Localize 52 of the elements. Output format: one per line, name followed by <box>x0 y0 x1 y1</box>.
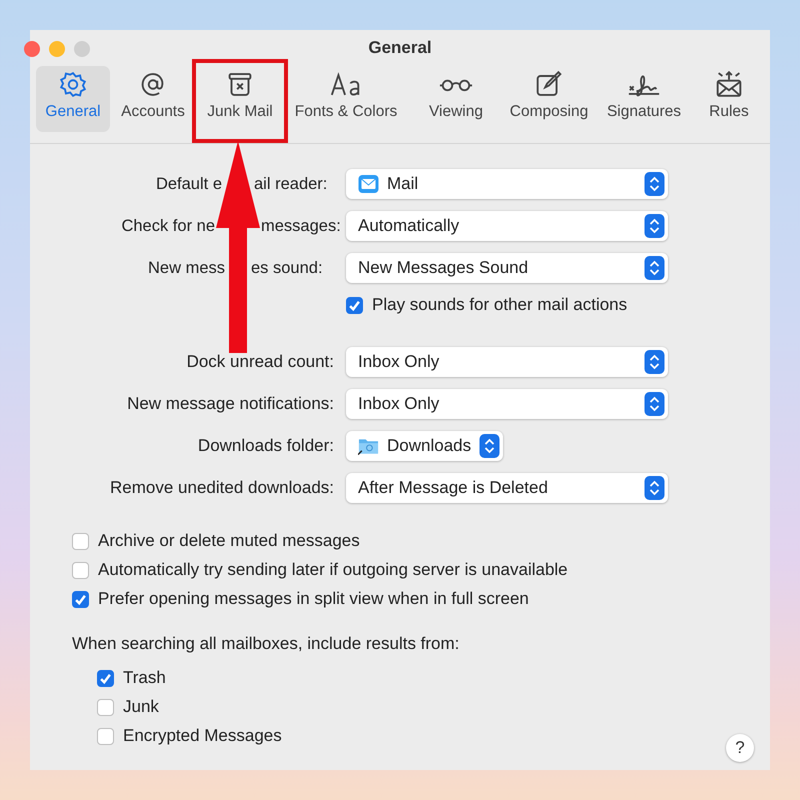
checkbox[interactable] <box>97 698 114 716</box>
stepper-icon <box>479 434 500 458</box>
setting-label: ail reader: <box>254 174 328 194</box>
checkbox[interactable] <box>72 590 89 608</box>
popup-menu[interactable]: Inbox Only <box>346 347 668 377</box>
setting-label: Default e <box>154 174 222 194</box>
toolbar-tab[interactable]: Signatures <box>594 66 694 132</box>
setting-label: es sound: <box>251 258 324 278</box>
setting-label: Remove unedited downloads: <box>109 478 334 498</box>
stepper-icon <box>644 350 665 374</box>
checkbox-label: Prefer opening messages in split view when in full screen <box>98 589 529 609</box>
popup-menu[interactable]: Inbox Only <box>346 389 668 419</box>
popup-menu[interactable]: After Message is Deleted <box>346 473 668 503</box>
section-heading: When searching all mailboxes, include results from: <box>72 634 460 654</box>
stepper-icon <box>644 214 665 238</box>
checkbox-label: Archive or delete muted messages <box>98 531 360 551</box>
help-button[interactable]: ? <box>726 734 754 762</box>
minimize-button[interactable] <box>49 41 65 57</box>
stepper-icon <box>644 172 665 196</box>
toolbar-tab[interactable]: Accounts <box>110 66 196 132</box>
setting-label: Check for ne <box>120 216 215 236</box>
checkbox-label: Trash <box>123 668 166 688</box>
stepper-icon <box>644 256 665 280</box>
mail-app-icon <box>358 174 379 194</box>
stepper-icon <box>644 476 665 500</box>
checkbox[interactable] <box>72 562 89 578</box>
setting-label: Dock unread count: <box>186 352 334 372</box>
toolbar-tab[interactable]: Fonts & Colors <box>284 66 408 132</box>
setting-label: messages: <box>261 216 341 236</box>
stepper-icon <box>644 392 665 416</box>
popup-menu[interactable]: Automatically <box>346 211 668 241</box>
toolbar-tab[interactable]: Rules <box>694 66 764 132</box>
checkbox[interactable] <box>97 728 114 744</box>
zoom-button[interactable] <box>74 41 90 57</box>
checkbox[interactable] <box>346 296 363 314</box>
popup-menu[interactable]: New Messages Sound <box>346 253 668 283</box>
popup-menu[interactable]: Downloads <box>346 431 504 461</box>
checkbox-label: Automatically try sending later if outgoing server is unavailable <box>98 560 568 580</box>
popup-menu[interactable]: Mail <box>346 169 668 199</box>
checkbox-label: Junk <box>123 697 159 717</box>
checkbox[interactable] <box>97 670 114 686</box>
checkbox[interactable] <box>72 532 89 550</box>
checkbox-label: Play sounds for other mail actions <box>372 295 628 315</box>
setting-label: New message notifications: <box>126 394 334 414</box>
setting-label: New mess <box>146 258 225 278</box>
checkbox-label: Encrypted Messages <box>123 726 282 746</box>
window-title: General <box>368 38 432 58</box>
close-button[interactable] <box>24 41 40 57</box>
toolbar-tab[interactable]: Junk Mail <box>196 63 284 139</box>
toolbar-tab[interactable]: Composing <box>504 66 594 132</box>
toolbar-tab[interactable]: Viewing <box>408 66 504 132</box>
setting-label: Downloads folder: <box>196 436 334 456</box>
